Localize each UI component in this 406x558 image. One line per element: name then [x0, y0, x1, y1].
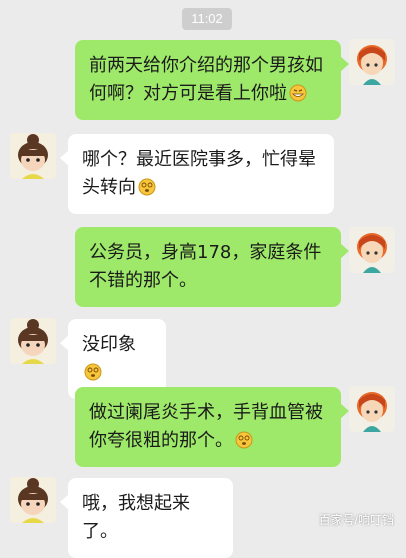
girl-red-hair-avatar-icon: [349, 386, 395, 432]
message-bubble[interactable]: 哪个？最近医院事多，忙得晕头转向: [60, 134, 334, 214]
sender-avatar[interactable]: [349, 39, 395, 85]
girl-red-hair-avatar-icon: [349, 227, 395, 273]
dizzy-emoji-icon: [235, 431, 253, 449]
timestamp: 11:02: [182, 8, 232, 30]
message-bubble[interactable]: 前两天给你介绍的那个男孩如何啊？对方可是看上你啦: [75, 40, 349, 120]
grin-emoji-icon: [289, 84, 307, 102]
contact-avatar[interactable]: [10, 318, 56, 364]
message-text: 哪个？最近医院事多，忙得晕头转向: [82, 149, 316, 198]
message-text: 前两天给你介绍的那个男孩如何啊？对方可是看上你啦: [89, 55, 323, 104]
sender-avatar[interactable]: [349, 227, 395, 273]
sender-avatar[interactable]: [349, 386, 395, 432]
message-bubble[interactable]: 哦，我想起来了。: [60, 478, 233, 558]
contact-avatar[interactable]: [10, 477, 56, 523]
message-text: 没印象: [82, 334, 136, 355]
girl-bun-hair-avatar-icon: [10, 477, 56, 523]
message-bubble[interactable]: 做过阑尾炎手术，手背血管被你夸很粗的那个。: [75, 387, 349, 467]
message-bubble[interactable]: 公务员，身高178，家庭条件不错的那个。: [75, 227, 349, 307]
message-text: 哦，我想起来了。: [82, 493, 190, 542]
girl-bun-hair-avatar-icon: [10, 133, 56, 179]
girl-red-hair-avatar-icon: [349, 39, 395, 85]
dizzy-emoji-icon: [84, 363, 102, 381]
contact-avatar[interactable]: [10, 133, 56, 179]
watermark: 百家号/响叮铛: [318, 513, 394, 527]
message-text: 公务员，身高178，家庭条件不错的那个。: [89, 242, 322, 291]
girl-bun-hair-avatar-icon: [10, 318, 56, 364]
dizzy-emoji-icon: [138, 178, 156, 196]
message-text: 做过阑尾炎手术，手背血管被你夸很粗的那个。: [89, 402, 323, 451]
